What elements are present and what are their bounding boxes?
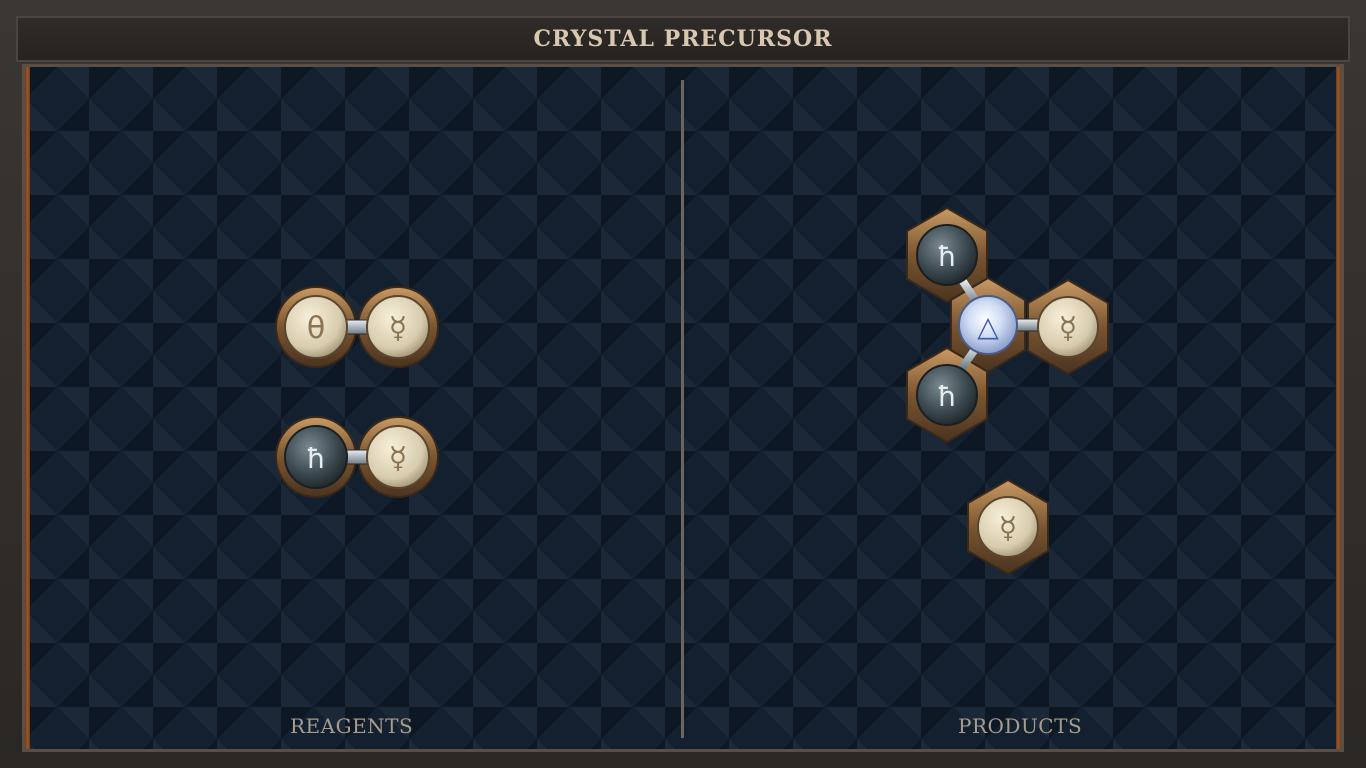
reagent-molecule-2[interactable]: ħ ☿	[275, 416, 439, 498]
lead-atom: ħ	[916, 364, 978, 426]
lead-symbol: ħ	[937, 380, 956, 413]
lead-atom: ħ	[284, 425, 348, 489]
molecule-scene: θ ☿ ħ ☿ ħ ħ ☿ △ ☿	[275, 206, 1109, 576]
air-atom: △	[958, 295, 1018, 355]
quicksilver-symbol: ☿	[389, 441, 407, 476]
quicksilver-atom: ☿	[366, 295, 430, 359]
quicksilver-symbol: ☿	[1059, 311, 1077, 346]
lead-symbol: ħ	[937, 240, 956, 273]
quicksilver-atom: ☿	[977, 496, 1039, 558]
salt-symbol: θ	[307, 311, 325, 346]
air-symbol: △	[977, 310, 999, 343]
game-window-frame: CRYSTAL PRECURSOR θ ☿ ħ ☿ ħ ħ ☿ △ ☿ REAG…	[0, 0, 1366, 768]
products-label: PRODUCTS	[958, 714, 1083, 738]
lead-symbol: ħ	[306, 442, 325, 475]
product-molecule-2[interactable]: ☿	[967, 478, 1049, 576]
reagent-molecule-1[interactable]: θ ☿	[275, 286, 439, 368]
reagents-label: REAGENTS	[290, 714, 414, 738]
quicksilver-symbol: ☿	[999, 511, 1017, 546]
quicksilver-atom: ☿	[1037, 296, 1099, 358]
lead-atom: ħ	[916, 224, 978, 286]
salt-atom: θ	[284, 295, 348, 359]
product-molecule-1[interactable]: ħ ħ ☿ △	[906, 206, 1109, 444]
quicksilver-atom: ☿	[366, 425, 430, 489]
quicksilver-symbol: ☿	[389, 311, 407, 346]
